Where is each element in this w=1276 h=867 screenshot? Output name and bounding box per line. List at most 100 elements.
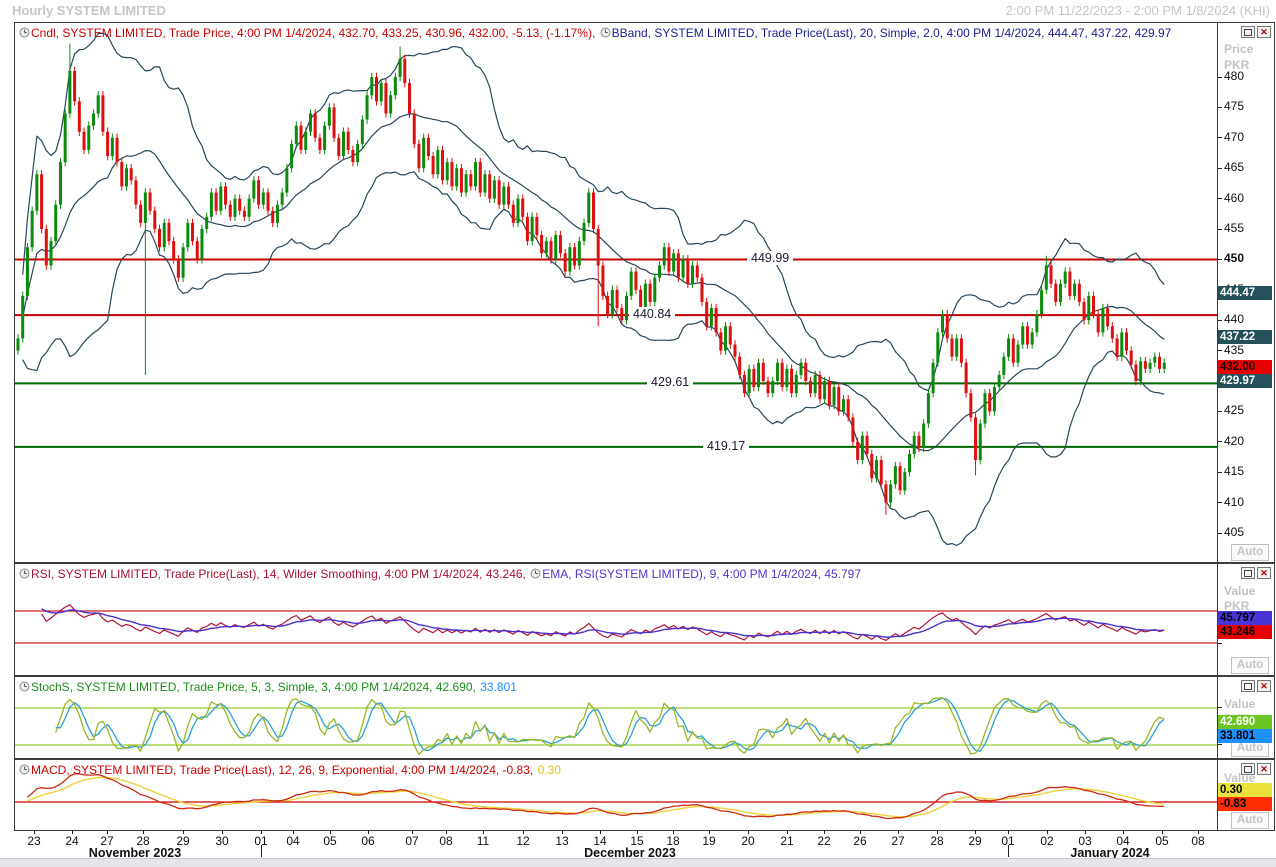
clock-icon [19,568,30,579]
close-button[interactable] [1257,26,1271,38]
close-button[interactable] [1257,763,1271,775]
charting-application-window: Hourly SYSTEM LIMITED 2:00 PM 11/22/2023… [0,0,1276,867]
macd-panel[interactable]: MACD, SYSTEM LIMITED, Trade Price(Last),… [14,759,1275,831]
price-tick-label: 475 [1224,99,1244,113]
x-axis-day-label: 05 [323,834,336,848]
main-price-panel[interactable]: Cndl, SYSTEM LIMITED, Trade Price, 4:00 … [14,22,1275,563]
x-axis-day-label: 05 [1155,834,1168,848]
close-button[interactable] [1257,680,1271,692]
price-tick-mark [1218,320,1222,321]
price-tick-label: 480 [1224,69,1244,83]
cndl-legend[interactable]: Cndl, SYSTEM LIMITED, Trade Price, 4:00 … [19,26,599,40]
price-tick-label: 450 [1224,251,1244,265]
price-tick-mark [1218,533,1222,534]
price-tick-label: 415 [1224,464,1244,478]
macd-axis-pane[interactable]: ValuePKR0.30-0.83Auto [1217,760,1274,830]
price-line-label: 419.17 [703,439,749,453]
clock-icon [19,27,30,38]
window-buttons [1241,26,1271,38]
x-axis-day-label: 04 [286,834,299,848]
x-axis-day-label: 12 [516,834,529,848]
stochastic-axis-pane[interactable]: ValuePKR42.69033.801Auto [1217,677,1274,758]
clock-icon [530,568,541,579]
level-tick-mark [1218,707,1222,708]
price-tick-label: 465 [1224,160,1244,174]
value-badge: -0.83 [1218,797,1272,811]
price-tick-mark [1218,137,1222,138]
value-badge: 43.246 [1218,625,1272,639]
window-buttons [1241,567,1271,579]
x-axis-day-label: 08 [439,834,452,848]
month-separator-tick [261,845,262,857]
price-tick-label: 410 [1224,495,1244,509]
axis-unit-label: Value [1224,697,1255,711]
x-axis-day-label: 06 [361,834,374,848]
value-badge: 42.690 [1218,715,1272,729]
price-tick-label: 455 [1224,221,1244,235]
auto-scale-button[interactable]: Auto [1231,657,1269,674]
restore-button[interactable] [1241,763,1255,775]
level-tick-mark [1218,744,1222,745]
price-axis-pane[interactable]: PricePKR48047547046546045545044544043543… [1217,23,1274,562]
price-tick-label: 470 [1224,130,1244,144]
macd-legend[interactable]: MACD, SYSTEM LIMITED, Trade Price(Last),… [19,763,537,777]
stochastic-panel-header: StochS, SYSTEM LIMITED, Trade Price, 5, … [19,680,518,694]
price-tick-mark [1218,77,1222,78]
value-badge: 437.22 [1218,330,1272,344]
ema-legend[interactable]: EMA, RSI(SYSTEM LIMITED), 9, 4:00 PM 1/4… [530,567,861,581]
window-buttons [1241,680,1271,692]
price-tick-mark [1218,198,1222,199]
x-axis-day-label: 13 [555,834,568,848]
value-badge: 432.00 [1218,360,1272,374]
month-separator-tick [1008,845,1009,857]
candlestick-chart [15,23,1218,562]
window-buttons [1241,763,1271,775]
clock-icon [19,764,30,775]
x-axis-day-label: 21 [780,834,793,848]
close-button[interactable] [1257,567,1271,579]
x-axis-day-label: 27 [891,834,904,848]
x-axis-day-label: 07 [405,834,418,848]
value-badge: 33.801 [1218,729,1272,743]
price-tick-label: 460 [1224,191,1244,205]
price-tick-label: 425 [1224,403,1244,417]
stochastic-panel[interactable]: StochS, SYSTEM LIMITED, Trade Price, 5, … [14,676,1275,759]
x-axis-day-label: 28 [930,834,943,848]
auto-scale-button[interactable]: Auto [1231,812,1269,829]
clock-icon [600,27,611,38]
price-line-label: 429.61 [647,375,693,389]
restore-button[interactable] [1241,567,1255,579]
rsi-panel[interactable]: RSI, SYSTEM LIMITED, Trade Price(Last), … [14,563,1275,676]
rsi-panel-header: RSI, SYSTEM LIMITED, Trade Price(Last), … [19,567,862,581]
rsi-axis-pane[interactable]: ValuePKR45.79743.246Auto [1217,564,1274,675]
auto-scale-button[interactable]: Auto [1231,544,1269,561]
x-axis-day-label: 29 [968,834,981,848]
x-axis-day-label: 30 [215,834,228,848]
level-tick-mark [1218,643,1222,644]
stochs-d-value[interactable]: 33.801 [480,680,517,694]
date-range-label: 2:00 PM 11/22/2023 - 2:00 PM 1/8/2024 (K… [1006,3,1270,18]
window-title: Hourly SYSTEM LIMITED [12,3,166,18]
time-axis[interactable]: 2324272829300104050607081112131415181920… [14,830,1218,858]
price-tick-mark [1218,107,1222,108]
macd-signal-value[interactable]: 0.30 [538,763,561,777]
axis-unit-label: Value [1224,584,1255,598]
stochs-legend[interactable]: StochS, SYSTEM LIMITED, Trade Price, 5, … [19,680,479,694]
value-badge: 45.797 [1218,611,1272,625]
x-axis-day-label: 20 [741,834,754,848]
x-axis-day-label: 08 [1191,834,1204,848]
restore-button[interactable] [1241,26,1255,38]
macd-line [27,774,1164,819]
price-tick-mark [1218,350,1222,351]
x-axis-day-label: 26 [853,834,866,848]
price-tick-label: 405 [1224,525,1244,539]
price-line-label: 449.99 [747,251,793,265]
x-axis-day-label: 11 [477,834,489,848]
macd-panel-header: MACD, SYSTEM LIMITED, Trade Price(Last),… [19,763,562,777]
price-tick-mark [1218,229,1222,230]
price-tick-mark [1218,502,1222,503]
restore-button[interactable] [1241,680,1255,692]
rsi-legend[interactable]: RSI, SYSTEM LIMITED, Trade Price(Last), … [19,567,529,581]
price-tick-mark [1218,411,1222,412]
bband-legend[interactable]: BBand, SYSTEM LIMITED, Trade Price(Last)… [600,26,1172,40]
